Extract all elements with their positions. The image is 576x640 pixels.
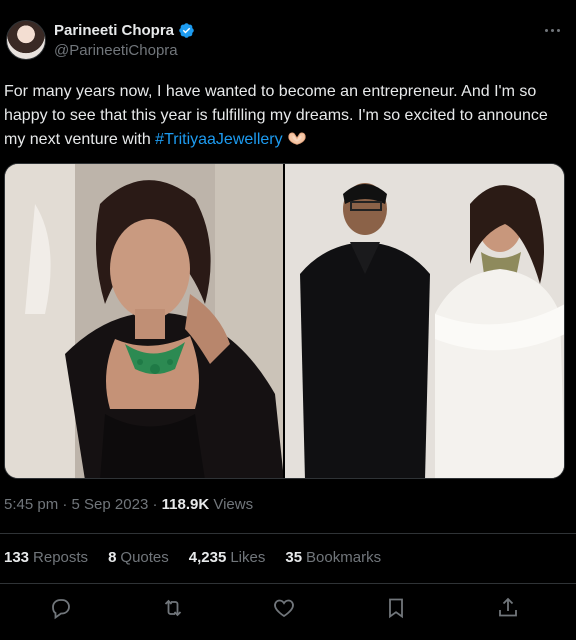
likes-count: 4,235	[188, 549, 227, 566]
reply-button[interactable]	[49, 596, 73, 620]
bookmark-button[interactable]	[384, 596, 408, 620]
photo-right-illustration	[285, 164, 564, 478]
reposts-label: Reposts	[33, 549, 89, 566]
repost-icon	[164, 599, 182, 617]
share-button[interactable]	[496, 596, 520, 620]
views-count: 118.9K	[161, 496, 210, 513]
author-name-row[interactable]: Parineeti Chopra	[54, 22, 195, 39]
like-button[interactable]	[272, 596, 296, 620]
likes-stat[interactable]: 4,235 Likes	[189, 549, 266, 566]
quotes-stat[interactable]: 8 Quotes	[108, 549, 169, 566]
bookmarks-label: Bookmarks	[306, 549, 382, 566]
author-handle[interactable]: @ParineetiChopra	[54, 42, 178, 59]
heart-hands-icon	[287, 132, 306, 145]
verified-badge-icon	[179, 23, 194, 38]
tweet-header: Parineeti Chopra @ParineetiChopra	[0, 0, 576, 70]
photo-left-illustration	[5, 164, 283, 478]
quotes-count: 8	[108, 549, 117, 566]
photo-left[interactable]	[5, 164, 283, 478]
reposts-count: 133	[4, 549, 30, 566]
more-options-icon[interactable]	[540, 20, 564, 40]
quotes-label: Quotes	[120, 549, 169, 566]
share-icon	[499, 597, 517, 617]
reply-icon	[52, 599, 70, 620]
engagement-stats: 133 Reposts 8 Quotes 4,235 Likes 35 Bookmark…	[4, 549, 381, 566]
photo-right[interactable]	[285, 164, 564, 478]
avatar[interactable]	[6, 20, 46, 60]
bookmarks-stat[interactable]: 35 Bookmarks	[285, 549, 381, 566]
author-display-name[interactable]: Parineeti Chopra	[54, 22, 174, 39]
meta-separator: ·	[62, 496, 68, 513]
tweet-meta: 5:45 pm · 5 Sep 2023 · 118.9K Views	[4, 496, 253, 513]
bookmarks-count: 35	[285, 549, 303, 566]
tweet-text: For many years now, I have wanted to bec…	[4, 80, 564, 152]
meta-separator-2: ·	[152, 496, 158, 513]
reposts-stat[interactable]: 133 Reposts	[4, 549, 88, 566]
likes-label: Likes	[230, 549, 266, 566]
divider-top	[0, 533, 576, 534]
repost-button[interactable]	[161, 596, 185, 620]
like-icon	[274, 599, 294, 618]
tweet-time[interactable]: 5:45 pm	[4, 496, 58, 513]
media-grid	[4, 163, 565, 479]
divider-bottom	[0, 583, 576, 584]
tweet-date[interactable]: 5 Sep 2023	[72, 496, 149, 513]
bookmark-icon	[389, 598, 403, 619]
hashtag-link[interactable]: #TritiyaaJewellery	[155, 131, 282, 148]
views-label: Views	[213, 496, 254, 513]
action-bar	[0, 588, 576, 628]
